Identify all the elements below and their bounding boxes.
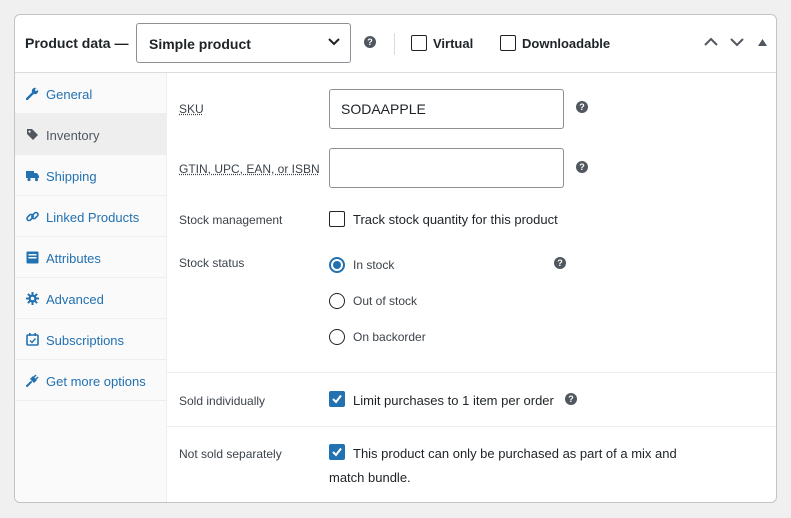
panel-title: Product data — xyxy=(25,35,129,51)
help-icon[interactable]: ? xyxy=(565,393,577,405)
product-data-tabs: General Inventory Shipping Linked Produc… xyxy=(15,73,167,502)
wrench-icon xyxy=(26,87,39,100)
tab-label: General xyxy=(46,87,93,102)
tab-subscriptions[interactable]: Subscriptions xyxy=(15,319,167,360)
tab-linked-products[interactable]: Linked Products xyxy=(15,196,167,237)
on-backorder-radio[interactable] xyxy=(329,329,345,345)
stock-status-label: Stock status xyxy=(179,256,245,270)
help-icon[interactable]: ? xyxy=(576,101,588,113)
chevron-down-icon xyxy=(328,38,340,46)
inventory-panel: SKU ? GTIN, UPC, EAN, or ISBN ? Stock ma… xyxy=(167,73,776,502)
not-sold-separately-label: Not sold separately xyxy=(179,447,282,461)
tab-attributes[interactable]: Attributes xyxy=(15,237,167,278)
gtin-label: GTIN, UPC, EAN, or ISBN xyxy=(179,162,320,176)
stock-management-label: Stock management xyxy=(179,213,283,227)
not-sold-separately-text: This product can only be purchased as pa… xyxy=(353,446,677,461)
sku-label: SKU xyxy=(179,102,204,116)
help-icon[interactable]: ? xyxy=(554,257,566,269)
product-type-select[interactable]: Simple product xyxy=(136,23,351,63)
in-stock-radio[interactable] xyxy=(329,257,345,273)
collapse-triangle-icon[interactable] xyxy=(758,39,767,46)
section-divider xyxy=(167,372,776,373)
header-divider xyxy=(394,33,395,55)
gtin-input[interactable] xyxy=(329,148,564,188)
stock-management-checkbox[interactable] xyxy=(329,211,345,227)
gear-icon xyxy=(26,292,39,305)
link-icon xyxy=(26,211,39,222)
out-of-stock-radio[interactable] xyxy=(329,293,345,309)
tab-label: Get more options xyxy=(46,374,146,389)
sold-individually-text: Limit purchases to 1 item per order xyxy=(353,393,554,408)
tab-label: Attributes xyxy=(46,251,101,266)
out-of-stock-label: Out of stock xyxy=(353,294,418,308)
help-icon[interactable]: ? xyxy=(576,161,588,173)
downloadable-label: Downloadable xyxy=(522,36,611,51)
move-up-icon[interactable] xyxy=(704,37,718,47)
downloadable-checkbox[interactable] xyxy=(500,35,516,51)
checkmark-icon xyxy=(332,447,342,457)
section-divider xyxy=(167,426,776,427)
tab-label: Inventory xyxy=(46,128,100,143)
tag-icon xyxy=(27,129,38,140)
product-type-value: Simple product xyxy=(149,36,251,52)
tab-label: Linked Products xyxy=(46,210,140,225)
virtual-label: Virtual xyxy=(433,36,474,51)
virtual-checkbox[interactable] xyxy=(411,35,427,51)
tab-general[interactable]: General xyxy=(15,73,167,114)
not-sold-separately-checkbox[interactable] xyxy=(329,444,345,460)
tab-inventory[interactable]: Inventory xyxy=(15,114,167,155)
calendar-icon xyxy=(26,333,39,346)
tab-get-more-options[interactable]: Get more options xyxy=(15,360,167,401)
tab-shipping[interactable]: Shipping xyxy=(15,155,167,196)
sku-input[interactable] xyxy=(329,89,564,129)
stock-management-text: Track stock quantity for this product xyxy=(353,212,558,227)
checkmark-icon xyxy=(332,394,342,404)
not-sold-separately-text-cont: match bundle. xyxy=(329,470,411,485)
help-icon[interactable]: ? xyxy=(364,36,376,48)
tab-advanced[interactable]: Advanced xyxy=(15,278,167,319)
move-down-icon[interactable] xyxy=(730,37,744,47)
in-stock-label: In stock xyxy=(353,258,395,272)
sold-individually-label: Sold individually xyxy=(179,394,266,408)
list-icon xyxy=(26,251,39,264)
sold-individually-checkbox[interactable] xyxy=(329,391,345,407)
on-backorder-label: On backorder xyxy=(353,330,426,344)
plugin-icon xyxy=(26,374,39,387)
tab-label: Shipping xyxy=(46,169,97,184)
product-data-panel: Product data — Simple product ? Virtual … xyxy=(14,14,777,503)
tab-label: Subscriptions xyxy=(46,333,125,348)
tab-label: Advanced xyxy=(46,292,104,307)
panel-header: Product data — Simple product ? Virtual … xyxy=(15,15,776,73)
truck-icon xyxy=(26,171,39,182)
